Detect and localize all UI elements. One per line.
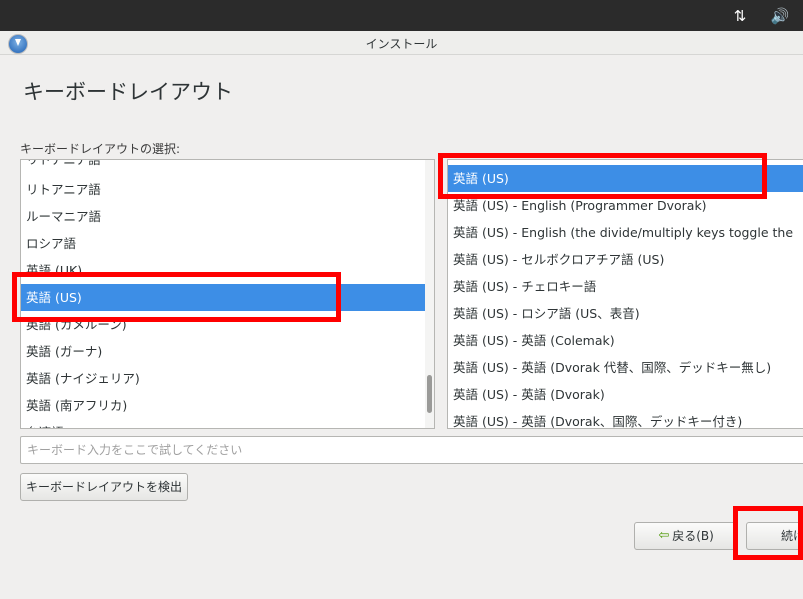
list-item[interactable]: 英語 (US) - 英語 (Dvorak、国際、デッドキー付き) — [448, 408, 803, 428]
highlight-variant-selection — [438, 153, 767, 199]
list-item[interactable]: 英語 (US) - 英語 (Dvorak) — [448, 381, 803, 408]
list-item[interactable]: 英語 (ナイジェリア) — [21, 365, 434, 392]
layout-list-scrollbar[interactable] — [425, 160, 434, 428]
list-item[interactable]: 英語 (US) - 英語 (Colemak) — [448, 327, 803, 354]
list-item[interactable]: リトアニア語 — [21, 160, 434, 173]
keyboard-test-input[interactable] — [20, 436, 803, 464]
list-item[interactable]: 英語 (南アフリカ) — [21, 392, 434, 419]
list-item[interactable]: 英語 (US) - セルボクロアチア語 (US) — [448, 246, 803, 273]
layout-select-label: キーボードレイアウトの選択: — [20, 142, 181, 156]
highlight-layout-selection — [12, 272, 341, 322]
window-title: インストール — [365, 37, 438, 51]
list-item[interactable]: 英語 (US) - 英語 (Dvorak 代替、国際、デッドキー無し) — [448, 354, 803, 381]
highlight-continue-button — [733, 506, 803, 560]
list-item[interactable]: 英語 (US) - チェロキー語 — [448, 273, 803, 300]
list-item[interactable]: 台湾語 — [21, 419, 434, 428]
speaker-icon[interactable]: 🔊 — [770, 6, 790, 26]
back-button-label: 戻る(B) — [672, 529, 714, 543]
list-item[interactable]: ロシア語 — [21, 230, 434, 257]
system-top-panel: ⇅ 🔊 — [0, 0, 803, 31]
updown-arrows-icon[interactable]: ⇅ — [730, 6, 750, 26]
list-item[interactable]: ルーマニア語 — [21, 203, 434, 230]
back-arrow-icon: ⇦ — [658, 528, 670, 543]
page-title: キーボードレイアウト — [23, 80, 233, 104]
list-item[interactable]: 英語 (ガーナ) — [21, 338, 434, 365]
list-item[interactable]: 英語 (US) - ロシア語 (US、表音) — [448, 300, 803, 327]
list-item[interactable]: リトアニア語 — [21, 176, 434, 203]
detect-layout-button[interactable]: キーボードレイアウトを検出 — [20, 473, 188, 501]
scrollbar-thumb[interactable] — [427, 375, 432, 413]
back-button[interactable]: ⇦ 戻る(B) — [634, 522, 736, 550]
keyboard-variant-list[interactable]: 英語 (US) 英語 (US) - English (Programmer Dv… — [447, 159, 803, 429]
window-titlebar: インストール — [0, 31, 803, 55]
list-item[interactable]: 英語 (US) - English (the divide/multiply k… — [448, 219, 803, 246]
